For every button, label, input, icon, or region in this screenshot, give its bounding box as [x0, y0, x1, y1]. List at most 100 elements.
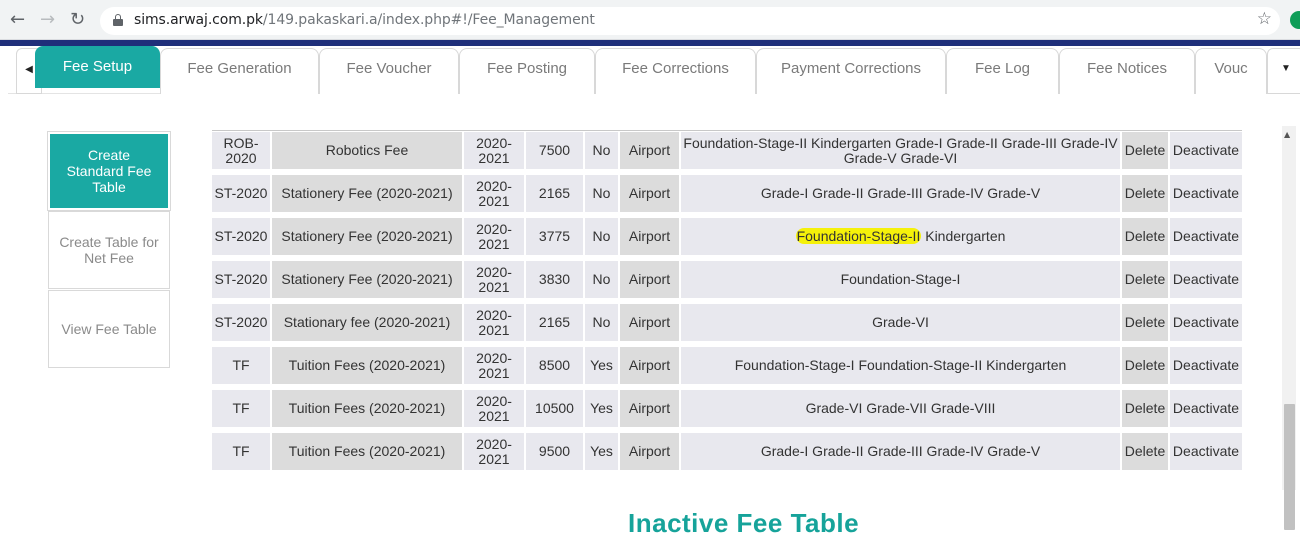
- fee-code: ROB-2020: [212, 132, 270, 169]
- back-arrow-icon[interactable]: ←: [10, 10, 25, 30]
- fee-code: TF: [212, 347, 270, 384]
- fee-flag: No: [583, 132, 618, 169]
- tab-fee-setup[interactable]: Fee Setup: [35, 46, 160, 88]
- grades-rest: Kindergarten: [921, 228, 1006, 244]
- delete-button[interactable]: Delete: [1120, 304, 1168, 341]
- fee-campus: Airport: [618, 347, 679, 384]
- scroll-up-icon[interactable]: ▲: [1284, 130, 1290, 139]
- fee-session: 2020-2021: [462, 132, 524, 169]
- fee-name: Tuition Fees (2020-2021): [270, 390, 462, 427]
- deactivate-button[interactable]: Deactivate: [1168, 175, 1242, 212]
- delete-button[interactable]: Delete: [1120, 390, 1168, 427]
- fee-name: Tuition Fees (2020-2021): [270, 433, 462, 470]
- fee-code: TF: [212, 390, 270, 427]
- fee-grades: Grade-I Grade-II Grade-III Grade-IV Grad…: [679, 433, 1120, 470]
- fee-name: Tuition Fees (2020-2021): [270, 347, 462, 384]
- fee-session: 2020-2021: [462, 218, 524, 255]
- url-text[interactable]: sims.arwaj.com.pk/149.pakaskari.a/index.…: [134, 12, 595, 28]
- deactivate-button[interactable]: Deactivate: [1168, 132, 1242, 169]
- url-path: /149.pakaskari.a/index.php#!/Fee_Managem…: [262, 12, 595, 28]
- fee-amount: 7500: [524, 132, 583, 169]
- delete-button[interactable]: Delete: [1120, 347, 1168, 384]
- fee-management-tabs: ◀ Fee Setup Fee Generation Fee Voucher F…: [8, 46, 1300, 94]
- fee-amount: 8500: [524, 347, 583, 384]
- table-row: TF Tuition Fees (2020-2021) 2020-2021 95…: [212, 433, 1242, 470]
- fee-name: Stationery Fee (2020-2021): [270, 218, 462, 255]
- fee-session: 2020-2021: [462, 304, 524, 341]
- fee-name: Stationary fee (2020-2021): [270, 304, 462, 341]
- fee-campus: Airport: [618, 433, 679, 470]
- deactivate-button[interactable]: Deactivate: [1168, 261, 1242, 298]
- table-row: TF Tuition Fees (2020-2021) 2020-2021 10…: [212, 390, 1242, 427]
- view-fee-table-button[interactable]: View Fee Table: [48, 290, 170, 368]
- fee-session: 2020-2021: [462, 390, 524, 427]
- table-row: TF Tuition Fees (2020-2021) 2020-2021 85…: [212, 347, 1242, 384]
- highlighted-grade: Foundation-Stage-II: [795, 228, 922, 244]
- fee-flag: No: [583, 304, 618, 341]
- star-icon[interactable]: ☆: [1257, 9, 1272, 29]
- fee-campus: Airport: [618, 390, 679, 427]
- active-fee-table: ROB-2020 Robotics Fee 2020-2021 7500 No …: [212, 130, 1242, 475]
- tab-payment-corrections[interactable]: Payment Corrections: [756, 48, 946, 94]
- fee-grades: Foundation-Stage-I Foundation-Stage-II K…: [679, 347, 1120, 384]
- fee-campus: Airport: [618, 132, 679, 169]
- tab-fee-notices[interactable]: Fee Notices: [1059, 48, 1195, 94]
- fee-code: TF: [212, 433, 270, 470]
- fee-session: 2020-2021: [462, 175, 524, 212]
- create-table-net-fee-button[interactable]: Create Table for Net Fee: [48, 211, 170, 289]
- table-row: ST-2020 Stationery Fee (2020-2021) 2020-…: [212, 261, 1242, 298]
- address-bar[interactable]: sims.arwaj.com.pk/149.pakaskari.a/index.…: [100, 7, 1280, 35]
- delete-button[interactable]: Delete: [1120, 433, 1168, 470]
- fee-campus: Airport: [618, 261, 679, 298]
- inactive-fee-table-heading: Inactive Fee Table: [628, 508, 860, 538]
- fee-name: Stationery Fee (2020-2021): [270, 261, 462, 298]
- fee-flag: No: [583, 218, 618, 255]
- fee-code: ST-2020: [212, 261, 270, 298]
- fee-campus: Airport: [618, 175, 679, 212]
- fee-flag: Yes: [583, 390, 618, 427]
- fee-session: 2020-2021: [462, 347, 524, 384]
- forward-arrow-icon[interactable]: →: [40, 10, 55, 30]
- fee-amount: 10500: [524, 390, 583, 427]
- tab-fee-voucher[interactable]: Fee Voucher: [319, 48, 459, 94]
- deactivate-button[interactable]: Deactivate: [1168, 218, 1242, 255]
- fee-flag: No: [583, 261, 618, 298]
- fee-name: Robotics Fee: [270, 132, 462, 169]
- delete-button[interactable]: Delete: [1120, 261, 1168, 298]
- tab-fee-generation[interactable]: Fee Generation: [160, 48, 319, 94]
- fee-flag: No: [583, 175, 618, 212]
- fee-amount: 9500: [524, 433, 583, 470]
- fee-campus: Airport: [618, 218, 679, 255]
- deactivate-button[interactable]: Deactivate: [1168, 433, 1242, 470]
- profile-avatar[interactable]: [1290, 11, 1300, 29]
- tab-fee-log[interactable]: Fee Log: [946, 48, 1059, 94]
- tab-vouc[interactable]: Vouc: [1195, 48, 1267, 94]
- fee-session: 2020-2021: [462, 261, 524, 298]
- browser-toolbar: ← → ↻ sims.arwaj.com.pk/149.pakaskari.a/…: [0, 0, 1300, 40]
- reload-icon[interactable]: ↻: [70, 10, 85, 30]
- create-standard-fee-table-button[interactable]: Create Standard Fee Table: [48, 132, 170, 210]
- tabs-dropdown-icon[interactable]: ▼: [1267, 48, 1300, 94]
- fee-code: ST-2020: [212, 218, 270, 255]
- fee-session: 2020-2021: [462, 433, 524, 470]
- tab-fee-posting[interactable]: Fee Posting: [459, 48, 595, 94]
- fee-grades: Foundation-Stage-II Kindergarten Grade-I…: [679, 132, 1120, 169]
- lock-icon: [113, 14, 123, 26]
- delete-button[interactable]: Delete: [1120, 132, 1168, 169]
- fee-flag: Yes: [583, 347, 618, 384]
- fee-amount: 2165: [524, 175, 583, 212]
- fee-amount: 2165: [524, 304, 583, 341]
- scrollbar-thumb[interactable]: [1284, 404, 1295, 530]
- delete-button[interactable]: Delete: [1120, 218, 1168, 255]
- fee-amount: 3775: [524, 218, 583, 255]
- fee-grades: Grade-VI: [679, 304, 1120, 341]
- deactivate-button[interactable]: Deactivate: [1168, 347, 1242, 384]
- fee-grades: Grade-VI Grade-VII Grade-VIII: [679, 390, 1120, 427]
- fee-code: ST-2020: [212, 175, 270, 212]
- table-row: ST-2020 Stationary fee (2020-2021) 2020-…: [212, 304, 1242, 341]
- deactivate-button[interactable]: Deactivate: [1168, 390, 1242, 427]
- deactivate-button[interactable]: Deactivate: [1168, 304, 1242, 341]
- fee-amount: 3830: [524, 261, 583, 298]
- delete-button[interactable]: Delete: [1120, 175, 1168, 212]
- tab-fee-corrections[interactable]: Fee Corrections: [595, 48, 756, 94]
